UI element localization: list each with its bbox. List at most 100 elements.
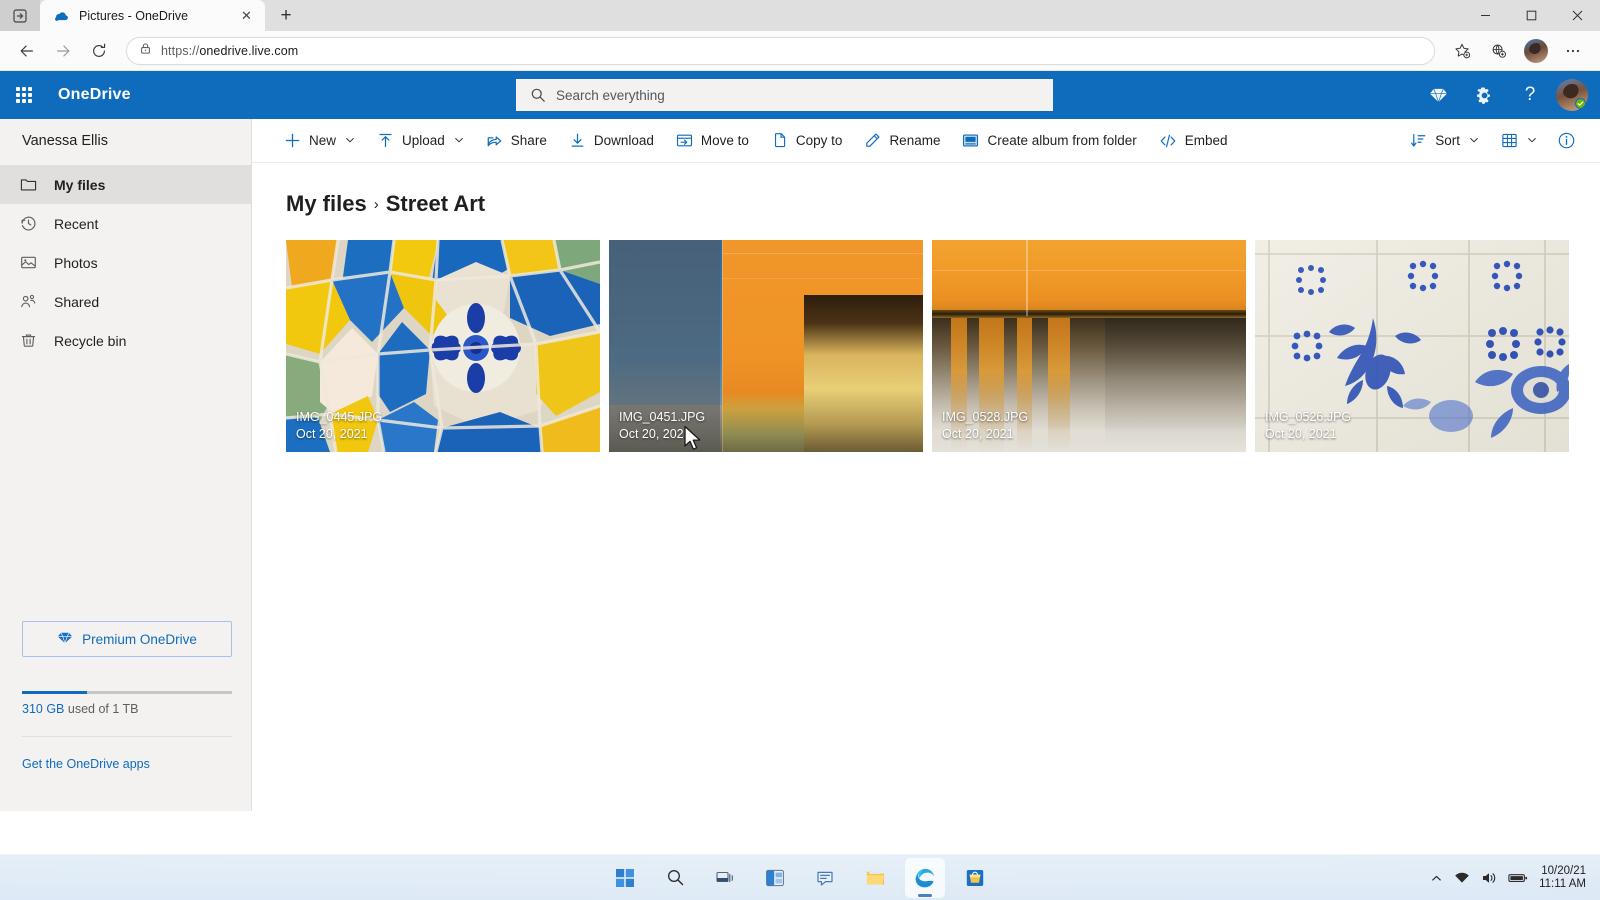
command-label: New	[309, 133, 337, 148]
command-download[interactable]: Download	[559, 123, 664, 159]
chat-teams-icon[interactable]	[805, 858, 845, 898]
command-rename[interactable]: Rename	[854, 123, 950, 159]
sidebar-footer: Premium OneDrive 310 GB used of 1 TB Get…	[0, 621, 252, 811]
window-controls	[1462, 0, 1600, 31]
browser-window: Pictures - OneDrive ✕ + https://onedrive…	[0, 0, 1600, 900]
settings-more-icon[interactable]	[1556, 36, 1590, 66]
brand-title[interactable]: OneDrive	[58, 86, 131, 104]
premium-button-label: Premium OneDrive	[82, 631, 197, 647]
command-label: Sort	[1435, 133, 1460, 148]
favorites-star-icon[interactable]	[1445, 36, 1479, 66]
command-move-to[interactable]: Move to	[666, 123, 759, 159]
sidebar-item-label: Recycle bin	[54, 332, 127, 349]
tile-caption: IMG_0528.JPG Oct 20, 2021	[932, 403, 1246, 452]
command-label: Share	[510, 133, 547, 148]
sidebar-item-my-files[interactable]: My files	[0, 165, 251, 204]
system-tray: 10/20/21 11:11 AM	[1430, 855, 1590, 900]
command-copy-to[interactable]: Copy to	[761, 123, 853, 159]
sidebar-item-recycle-bin[interactable]: Recycle bin	[0, 321, 251, 360]
lock-icon	[139, 42, 152, 60]
command-upload[interactable]: Upload	[367, 123, 474, 159]
edge-browser-icon[interactable]	[905, 857, 945, 898]
premium-onedrive-button[interactable]: Premium OneDrive	[22, 621, 232, 657]
address-bar[interactable]: https://onedrive.live.com	[126, 36, 1435, 65]
command-label: Embed	[1184, 133, 1228, 148]
chevron-down-icon	[454, 135, 464, 147]
account-avatar[interactable]	[1556, 79, 1588, 111]
browser-navbar: https://onedrive.live.com	[0, 31, 1600, 71]
get-onedrive-apps-link[interactable]: Get the OneDrive apps	[22, 757, 230, 771]
wifi-icon[interactable]	[1454, 870, 1470, 886]
address-url: https://onedrive.live.com	[161, 43, 299, 58]
speaker-icon[interactable]	[1481, 870, 1497, 886]
search-box[interactable]	[516, 79, 1053, 111]
tab-title: Pictures - OneDrive	[79, 8, 189, 23]
premium-diamond-icon[interactable]	[1418, 75, 1458, 115]
sidebar-item-label: My files	[54, 176, 106, 193]
command-bar-right: Sort	[1400, 123, 1584, 159]
file-tile[interactable]: IMG_0528.JPG Oct 20, 2021	[932, 240, 1246, 452]
quota-used: 310 GB	[22, 702, 65, 716]
command-label: Download	[593, 133, 654, 148]
sidebar-item-label: Recent	[54, 215, 99, 232]
download-icon	[569, 132, 586, 149]
task-view-icon[interactable]	[705, 858, 745, 898]
app-launcher-waffle-icon[interactable]	[0, 71, 48, 119]
file-tile[interactable]: IMG_0451.JPG Oct 20, 2021	[609, 240, 923, 452]
sidebar-username: Vanessa Ellis	[22, 133, 108, 149]
tile-filename: IMG_0528.JPG	[942, 410, 1029, 424]
breadcrumb-root[interactable]: My files	[286, 191, 367, 217]
back-button[interactable]	[10, 36, 44, 66]
forward-button[interactable]	[46, 36, 80, 66]
breadcrumb-current: Street Art	[385, 191, 486, 216]
maximize-button[interactable]	[1508, 0, 1554, 31]
command-new[interactable]: New	[274, 123, 365, 159]
start-windows-icon[interactable]	[605, 858, 645, 898]
suite-bar: OneDrive ?	[0, 71, 1600, 119]
search-icon[interactable]	[655, 858, 695, 898]
tray-overflow-chevron-icon[interactable]	[1430, 872, 1443, 885]
settings-gear-icon[interactable]	[1464, 75, 1504, 115]
help-question-icon[interactable]: ?	[1510, 75, 1550, 115]
window-close-button[interactable]	[1554, 0, 1600, 31]
tile-date: Oct 20, 2021	[296, 427, 368, 441]
sidebar-item-shared[interactable]: Shared	[0, 282, 251, 321]
move-to-icon	[676, 132, 693, 149]
microsoft-store-icon[interactable]	[955, 858, 995, 898]
clock[interactable]: 10/20/21 11:11 AM	[1539, 865, 1590, 891]
search-input[interactable]	[556, 87, 1039, 103]
command-view-switcher[interactable]	[1491, 123, 1547, 159]
storage-quota: 310 GB used of 1 TB	[22, 691, 232, 716]
code-embed-icon	[1159, 132, 1177, 150]
close-icon[interactable]: ✕	[236, 5, 257, 26]
sort-icon	[1410, 132, 1427, 149]
profile-avatar[interactable]	[1519, 36, 1553, 66]
quota-progress-bar	[22, 691, 232, 694]
command-embed[interactable]: Embed	[1149, 123, 1238, 159]
reload-button[interactable]	[82, 36, 116, 66]
people-shared-icon	[18, 293, 38, 310]
tile-caption: IMG_0526.JPG Oct 20, 2021	[1255, 403, 1569, 452]
widgets-icon[interactable]	[755, 858, 795, 898]
tab-strip: Pictures - OneDrive ✕ +	[0, 0, 1600, 31]
file-tile[interactable]: IMG_0526.JPG Oct 20, 2021	[1255, 240, 1569, 452]
command-create-album[interactable]: Create album from folder	[952, 123, 1146, 159]
file-tile[interactable]: IMG_0445.JPG Oct 20, 2021	[286, 240, 600, 452]
photo-icon	[18, 254, 38, 271]
sidebar-item-recent[interactable]: Recent	[0, 204, 251, 243]
sidebar-item-label: Photos	[54, 254, 98, 271]
command-sort[interactable]: Sort	[1400, 123, 1489, 159]
browser-tab[interactable]: Pictures - OneDrive ✕	[40, 0, 265, 31]
command-share[interactable]: Share	[476, 123, 557, 159]
collections-icon[interactable]	[1482, 36, 1516, 66]
new-tab-button[interactable]: +	[270, 2, 302, 30]
file-explorer-icon[interactable]	[855, 858, 895, 898]
battery-icon[interactable]	[1508, 871, 1528, 885]
clock-history-icon	[18, 215, 38, 232]
minimize-button[interactable]	[1462, 0, 1508, 31]
tab-actions-icon[interactable]	[0, 0, 40, 31]
tile-date: Oct 20, 2021	[1265, 427, 1337, 441]
sidebar-item-photos[interactable]: Photos	[0, 243, 251, 282]
command-bar: New Upload Share Download Move to Copy t…	[252, 119, 1600, 163]
command-info[interactable]	[1549, 123, 1584, 159]
